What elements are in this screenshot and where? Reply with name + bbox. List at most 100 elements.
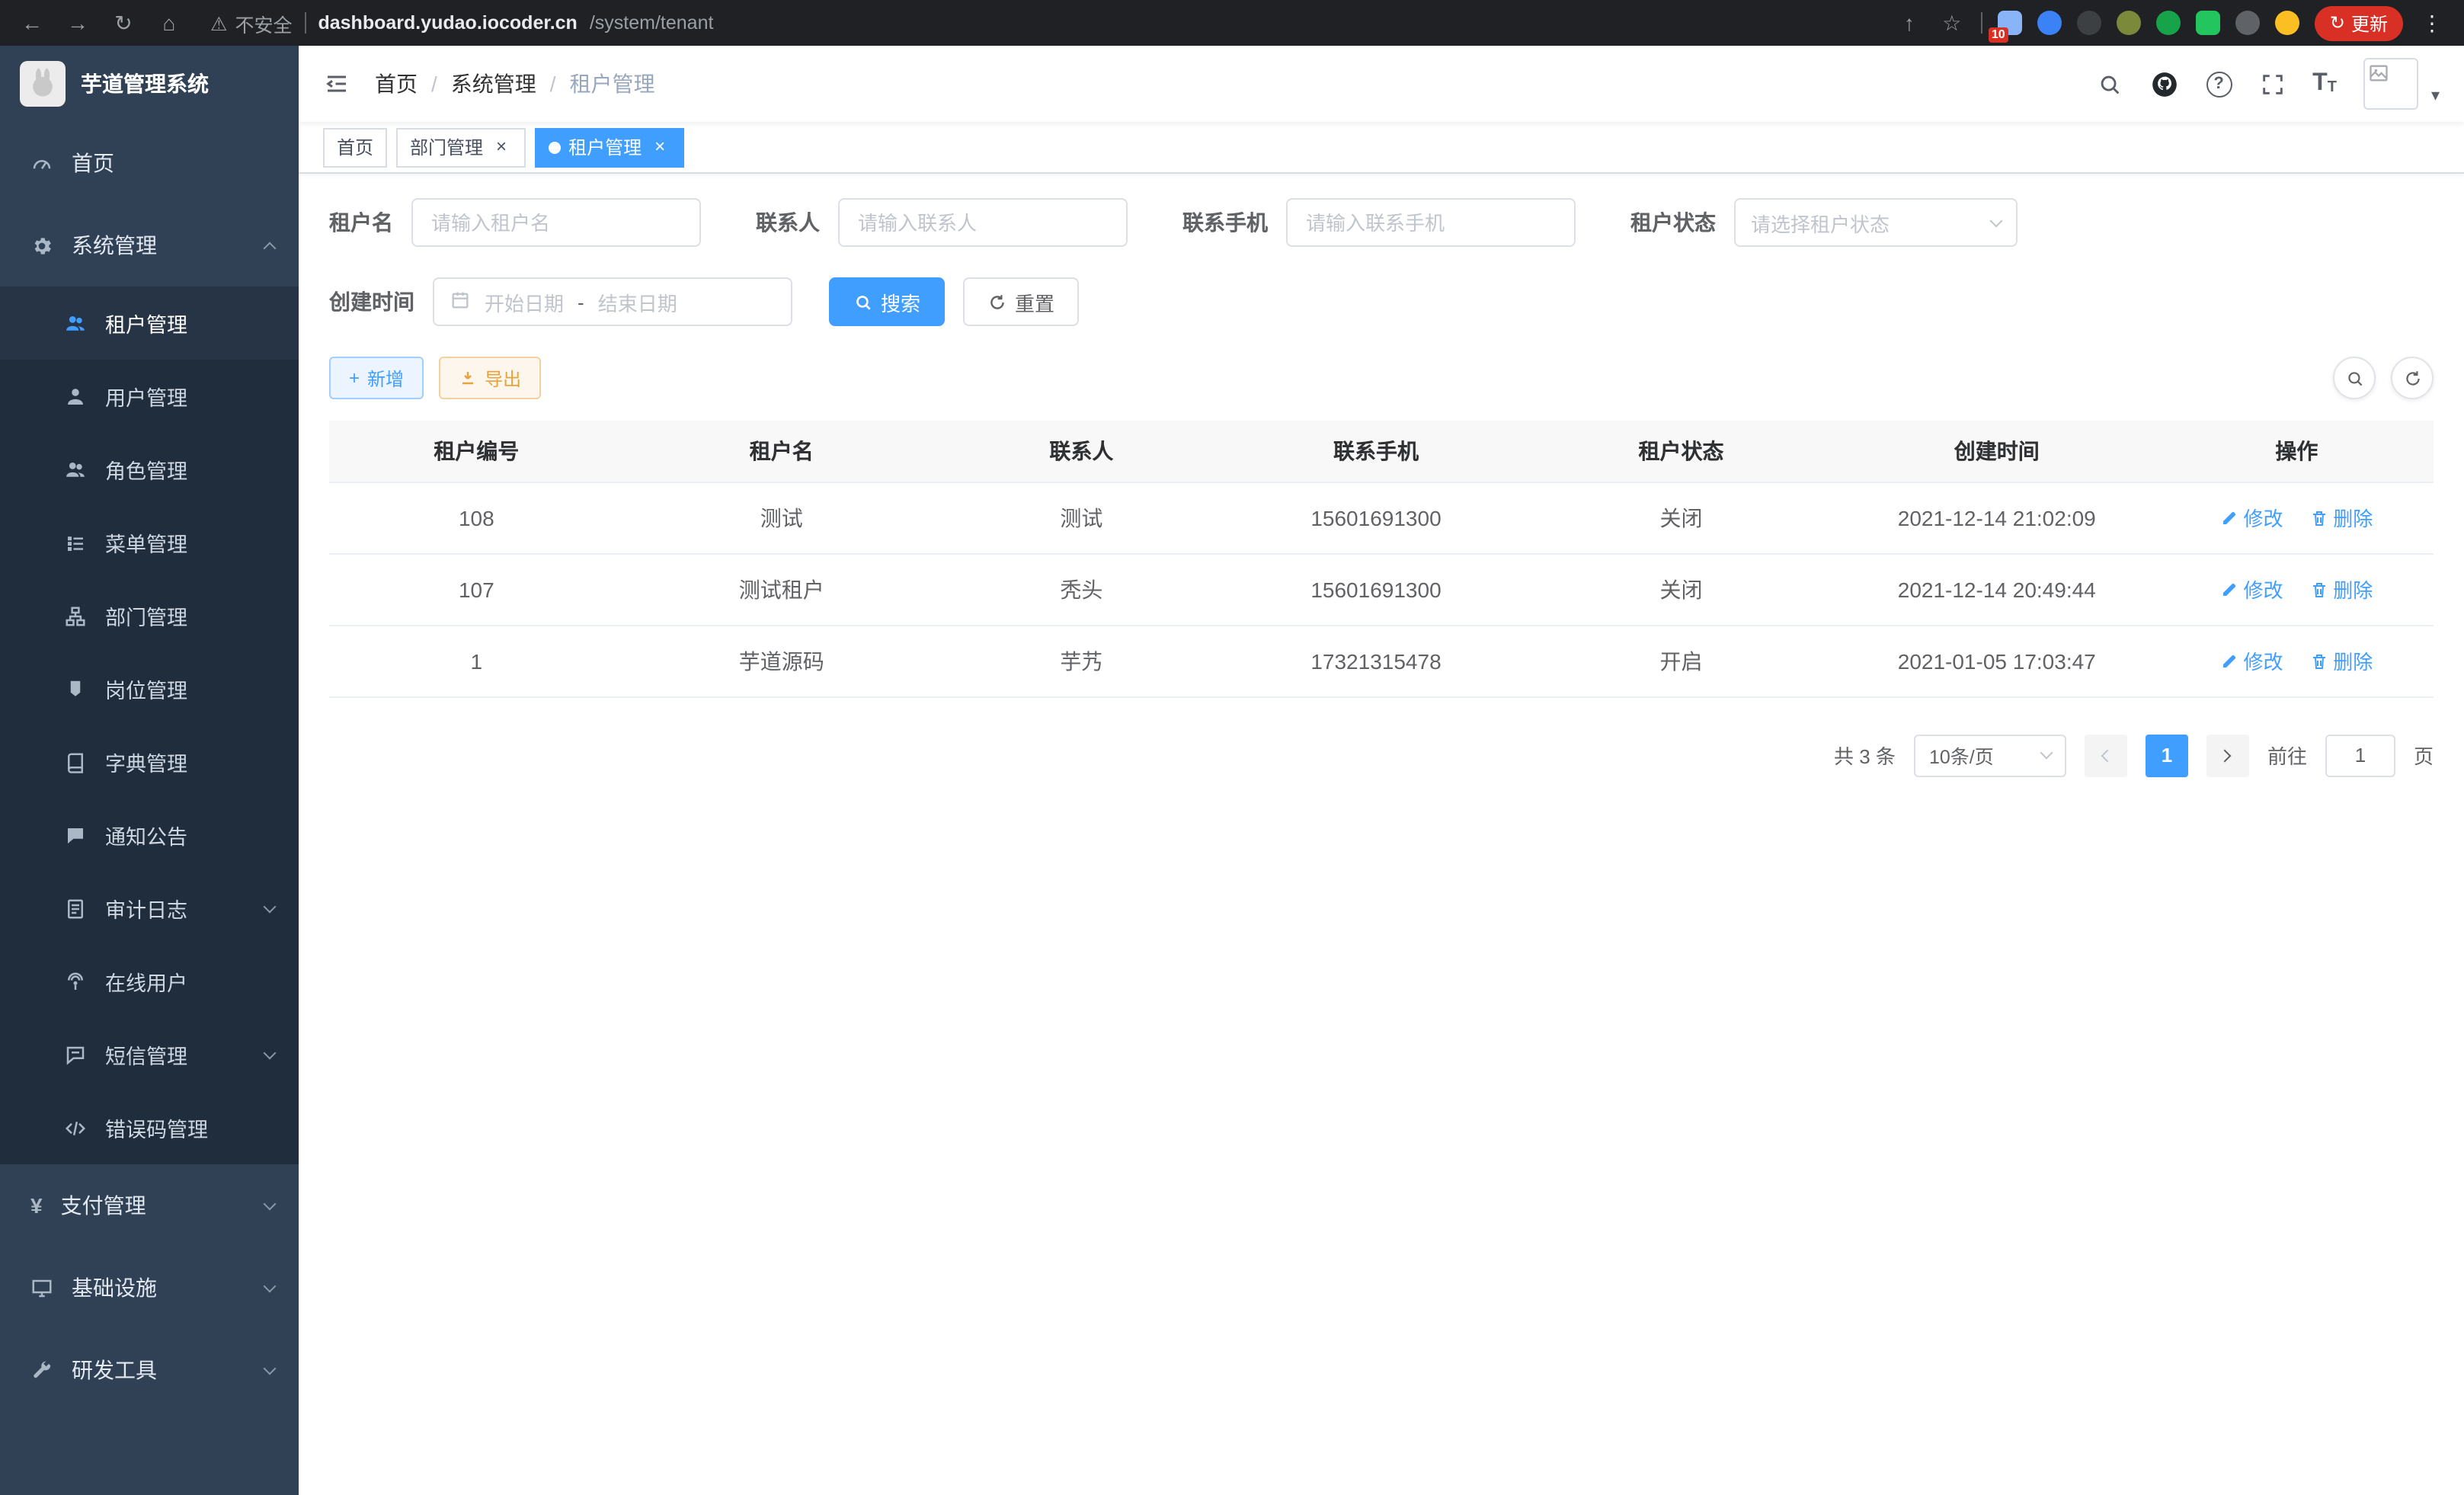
cell-tenant-name: 测试租户 [624, 553, 939, 625]
status-select[interactable]: 请选择租户状态 [1734, 198, 2018, 247]
goto-page-input[interactable] [2325, 734, 2395, 776]
sidebar-item-payment[interactable]: ¥ 支付管理 [0, 1164, 299, 1247]
edit-link[interactable]: 修改 [2220, 503, 2283, 532]
extension-icon[interactable] [2196, 11, 2220, 35]
add-button-label: 新增 [367, 365, 404, 391]
update-button[interactable]: ↻ 更新 [2315, 5, 2403, 40]
sidebar-item-label: 首页 [72, 148, 274, 178]
page-number-button[interactable]: 1 [2146, 734, 2188, 776]
tab-tenant[interactable]: 租户管理 × [535, 127, 684, 167]
sidebar-item-error-code[interactable]: 错误码管理 [0, 1091, 299, 1164]
refresh-button[interactable] [2391, 357, 2434, 399]
next-page-button[interactable] [2206, 734, 2249, 776]
sidebar-item-home[interactable]: 首页 [0, 122, 299, 204]
sidebar-item-label: 岗位管理 [105, 674, 274, 704]
page-unit-label: 页 [2414, 741, 2434, 770]
chevron-down-icon [1990, 214, 2003, 227]
navbar: 首页 / 系统管理 / 租户管理 ? TT ▾ [299, 46, 2464, 122]
cell-mobile: 17321315478 [1224, 625, 1528, 696]
close-icon[interactable]: × [491, 136, 512, 158]
breadcrumb-item[interactable]: 首页 [375, 69, 418, 99]
export-button[interactable]: 导出 [439, 357, 541, 399]
tenant-name-input[interactable] [411, 198, 701, 247]
tab-dept[interactable]: 部门管理 × [396, 127, 526, 167]
sidebar-item-dict[interactable]: 字典管理 [0, 725, 299, 799]
extension-icon[interactable] [2117, 11, 2141, 35]
extensions-puzzle-icon[interactable] [2235, 11, 2260, 35]
mobile-label: 联系手机 [1182, 207, 1268, 238]
sidebar-item-dev-tools[interactable]: 研发工具 [0, 1329, 299, 1411]
search-button[interactable]: 搜索 [829, 277, 945, 326]
extension-icon[interactable] [2037, 11, 2062, 35]
sidebar-item-user[interactable]: 用户管理 [0, 360, 299, 433]
logo-image [20, 61, 66, 107]
sidebar-item-label: 角色管理 [105, 454, 274, 485]
sidebar-item-post[interactable]: 岗位管理 [0, 652, 299, 725]
caret-down-icon[interactable]: ▾ [2431, 85, 2440, 104]
gear-icon [30, 234, 53, 257]
prev-page-button[interactable] [2085, 734, 2127, 776]
sidebar-collapse-icon[interactable] [323, 70, 350, 98]
avatar[interactable] [2364, 58, 2419, 110]
sidebar-item-menu[interactable]: 菜单管理 [0, 506, 299, 579]
plus-icon: + [349, 367, 360, 389]
extension-icon[interactable] [2156, 11, 2181, 35]
mobile-input[interactable] [1286, 198, 1576, 247]
address-bar[interactable]: ⚠ 不安全 dashboard.yudao.iocoder.cn/system/… [210, 8, 1877, 37]
share-icon[interactable]: ↑ [1896, 11, 1923, 35]
log-icon [64, 897, 87, 920]
sidebar-item-role[interactable]: 角色管理 [0, 433, 299, 506]
column-header: 租户名 [624, 421, 939, 482]
cell-status: 关闭 [1528, 553, 1833, 625]
dict-icon [64, 751, 87, 773]
bookmark-star-icon[interactable]: ☆ [1938, 10, 1966, 36]
delete-link[interactable]: 删除 [2310, 503, 2373, 532]
help-icon[interactable]: ? [2206, 71, 2232, 97]
sidebar-item-tenant[interactable]: 租户管理 [0, 287, 299, 360]
extension-icon[interactable]: 10 [1998, 11, 2022, 35]
sidebar-item-label: 租户管理 [105, 308, 274, 338]
chevron-down-icon [264, 1279, 277, 1292]
forward-icon[interactable]: → [64, 11, 91, 35]
kebab-menu-icon[interactable]: ⋮ [2418, 10, 2446, 36]
reload-icon[interactable]: ↻ [110, 10, 137, 36]
reset-button[interactable]: 重置 [963, 277, 1079, 326]
sidebar-item-system[interactable]: 系统管理 [0, 204, 299, 287]
page-size-value: 10条/页 [1929, 741, 1994, 770]
fullscreen-icon[interactable] [2259, 71, 2285, 97]
github-icon[interactable] [2149, 69, 2178, 98]
sidebar-item-notice[interactable]: 通知公告 [0, 799, 299, 872]
edit-link[interactable]: 修改 [2220, 575, 2283, 603]
back-icon[interactable]: ← [18, 11, 46, 35]
profile-avatar[interactable] [2275, 11, 2299, 35]
close-icon[interactable]: × [649, 136, 670, 158]
cell-created: 2021-01-05 17:03:47 [1834, 625, 2160, 696]
date-range-picker[interactable]: 开始日期 - 结束日期 [433, 277, 792, 326]
security-warning[interactable]: ⚠ 不安全 [210, 8, 292, 37]
main-area: 首页 / 系统管理 / 租户管理 ? TT ▾ [299, 46, 2464, 1495]
contact-input[interactable] [838, 198, 1128, 247]
sidebar-item-sms[interactable]: 短信管理 [0, 1018, 299, 1091]
sidebar-item-infra[interactable]: 基础设施 [0, 1247, 299, 1329]
sidebar-item-label: 部门管理 [105, 600, 274, 631]
sidebar-item-label: 系统管理 [72, 230, 247, 261]
reset-button-label: 重置 [1015, 287, 1054, 316]
page-size-select[interactable]: 10条/页 [1914, 734, 2066, 776]
delete-link[interactable]: 删除 [2310, 646, 2373, 675]
cell-created: 2021-12-14 20:49:44 [1834, 553, 2160, 625]
hide-search-button[interactable] [2333, 357, 2376, 399]
breadcrumb-item[interactable]: 系统管理 [451, 69, 536, 99]
extension-icon[interactable] [2077, 11, 2101, 35]
sidebar-item-audit-log[interactable]: 审计日志 [0, 872, 299, 945]
search-icon[interactable] [2096, 71, 2122, 97]
font-size-icon[interactable]: TT [2312, 72, 2337, 96]
home-icon[interactable]: ⌂ [155, 11, 183, 35]
delete-link[interactable]: 删除 [2310, 575, 2373, 603]
filter-row-2: 创建时间 开始日期 - 结束日期 搜索 重置 [329, 277, 2434, 326]
sidebar-item-dept[interactable]: 部门管理 [0, 579, 299, 652]
sidebar-item-online-user[interactable]: 在线用户 [0, 945, 299, 1018]
warning-icon: ⚠ [210, 11, 227, 34]
tab-home[interactable]: 首页 [323, 127, 387, 167]
add-button[interactable]: + 新增 [329, 357, 424, 399]
edit-link[interactable]: 修改 [2220, 646, 2283, 675]
